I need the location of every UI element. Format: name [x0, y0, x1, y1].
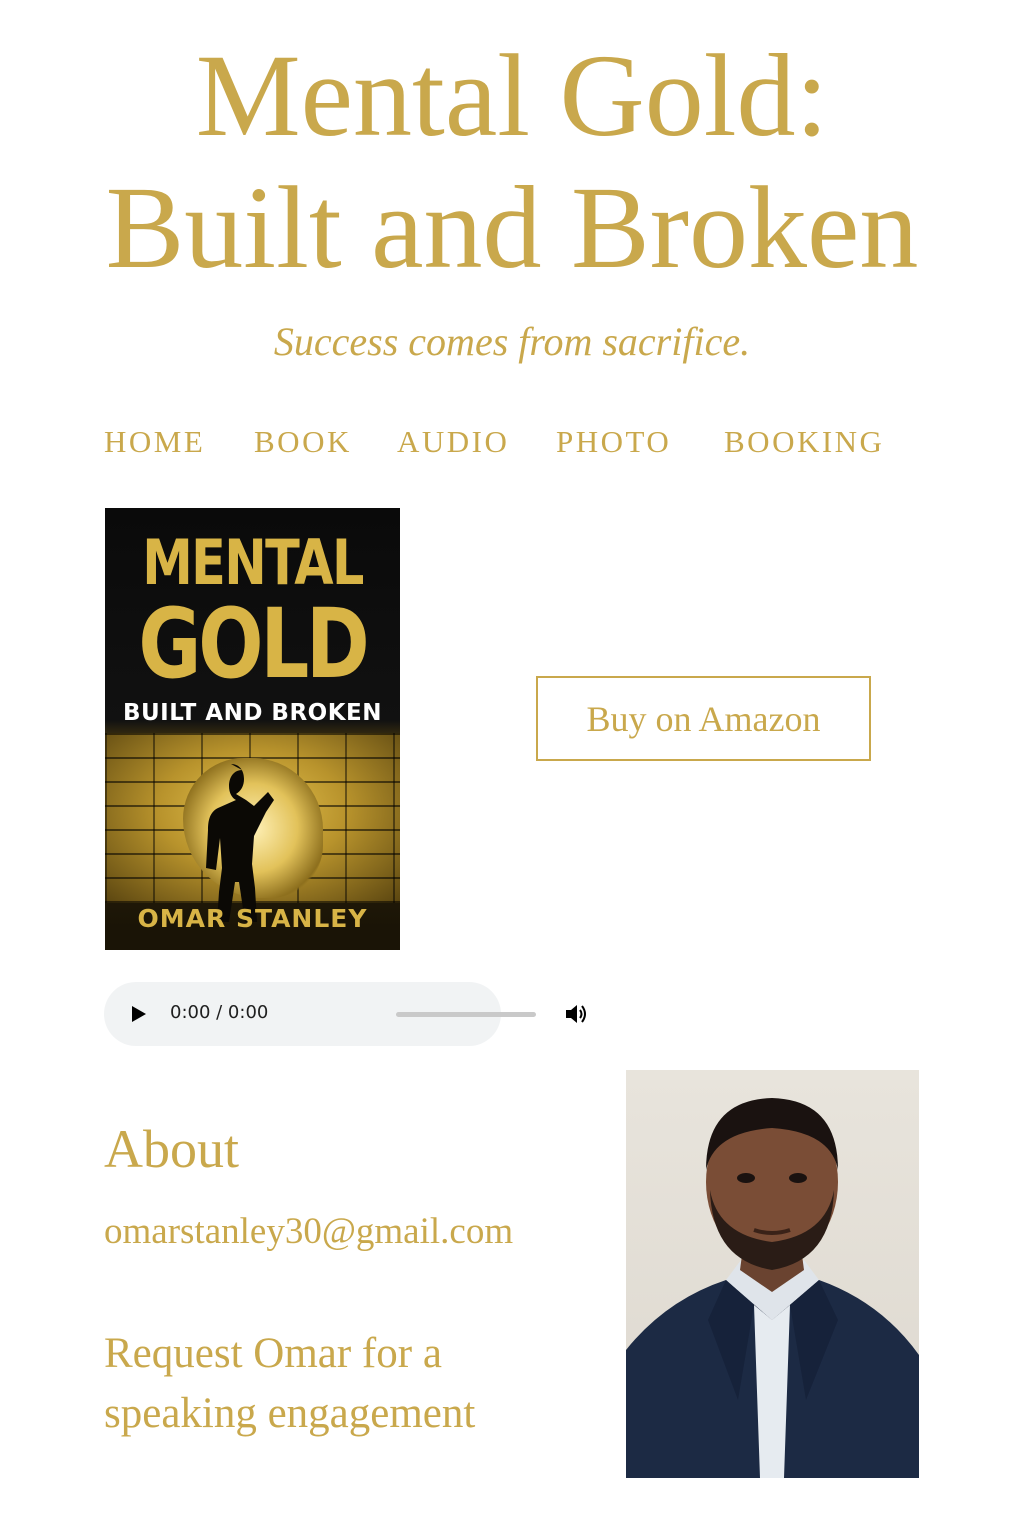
- author-portrait: [626, 1070, 919, 1478]
- site-tagline: Success comes from sacrifice.: [273, 319, 751, 364]
- site-title-line2: Built and Broken: [105, 162, 919, 293]
- cover-author: OMAR STANLEY: [137, 904, 368, 933]
- nav-item-photo[interactable]: PHOTO: [556, 424, 671, 460]
- nav-item-booking[interactable]: BOOKING: [724, 424, 884, 460]
- site-title-line1: Mental Gold:: [195, 30, 829, 161]
- nav-item-audio[interactable]: AUDIO: [397, 424, 509, 460]
- audio-time: 0:00 / 0:00: [170, 1002, 269, 1023]
- nav-item-book[interactable]: BOOK: [254, 424, 352, 460]
- volume-icon[interactable]: [564, 1002, 590, 1026]
- speaking-request-link[interactable]: Request Omar for a speaking engagement: [104, 1324, 564, 1444]
- audio-player: 0:00 / 0:00: [104, 982, 586, 1046]
- book-cover-image[interactable]: MENTAL GOLD BUILT AND BROKEN OMAR STANLE…: [105, 508, 400, 950]
- play-icon[interactable]: [128, 1004, 148, 1024]
- buy-on-amazon-button[interactable]: Buy on Amazon: [536, 676, 871, 761]
- site-title: Mental Gold: Built and Broken: [0, 30, 1024, 294]
- portrait-figure: [626, 1098, 919, 1478]
- email-link[interactable]: omarstanley30@gmail.com: [104, 1210, 513, 1253]
- cover-title-line2: GOLD: [138, 588, 369, 700]
- cover-subtitle: BUILT AND BROKEN: [122, 700, 383, 726]
- audio-progress-bar[interactable]: [396, 1012, 536, 1017]
- nav-item-home[interactable]: HOME: [104, 424, 205, 460]
- about-heading: About: [104, 1119, 239, 1179]
